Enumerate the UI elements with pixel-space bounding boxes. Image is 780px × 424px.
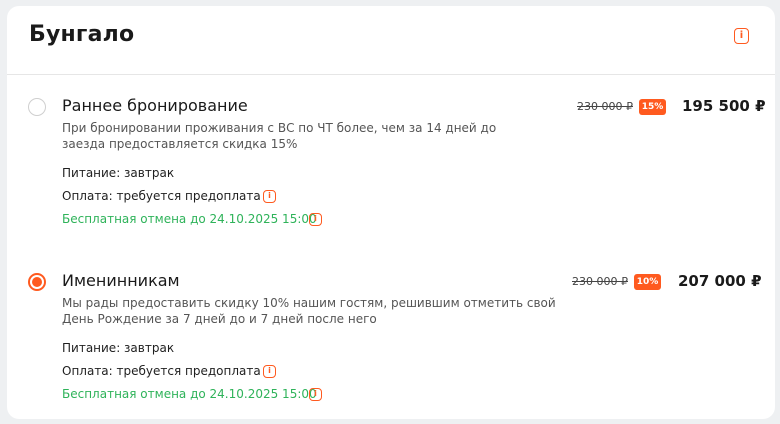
payment-info-icon[interactable]: i: [263, 365, 276, 378]
payment-info: Оплата: требуется предоплата: [62, 364, 261, 378]
offer-description: Мы рады предоставить скидку 10% нашим го…: [62, 296, 556, 326]
discount-badge: 15%: [639, 99, 666, 115]
meal-info: Питание: завтрак: [62, 341, 175, 355]
offer-description: При бронировании проживания с ВС по ЧТ б…: [62, 121, 497, 151]
meal-info: Питание: завтрак: [62, 166, 175, 180]
info-icon[interactable]: i: [734, 28, 749, 44]
offer-title: Именинникам: [62, 271, 180, 290]
price: 195 500 ₽: [682, 97, 766, 115]
price: 207 000 ₽: [678, 272, 762, 290]
radio-early-booking[interactable]: [28, 98, 46, 116]
cancellation-info: Бесплатная отмена до 24.10.2025 15:00: [62, 387, 317, 401]
cancellation-info: Бесплатная отмена до 24.10.2025 15:00: [62, 212, 317, 226]
old-price: 230 000 ₽: [577, 100, 633, 113]
offer-title: Раннее бронирование: [62, 96, 248, 115]
payment-info: Оплата: требуется предоплата: [62, 189, 261, 203]
offer-early-booking[interactable]: Раннее бронирование При бронировании про…: [7, 86, 775, 236]
card-header: Бунгало i: [7, 6, 775, 75]
offer-birthday[interactable]: Именинникам Мы рады предоставить скидку …: [7, 261, 775, 411]
old-price: 230 000 ₽: [572, 275, 628, 288]
discount-badge: 10%: [634, 274, 661, 290]
cancellation-info-icon[interactable]: i: [309, 388, 322, 401]
cancellation-info-icon[interactable]: i: [309, 213, 322, 226]
radio-birthday[interactable]: [28, 273, 46, 291]
page-title: Бунгало: [29, 22, 135, 47]
payment-info-icon[interactable]: i: [263, 190, 276, 203]
tariff-card: Бунгало i Раннее бронирование При бронир…: [7, 6, 775, 419]
